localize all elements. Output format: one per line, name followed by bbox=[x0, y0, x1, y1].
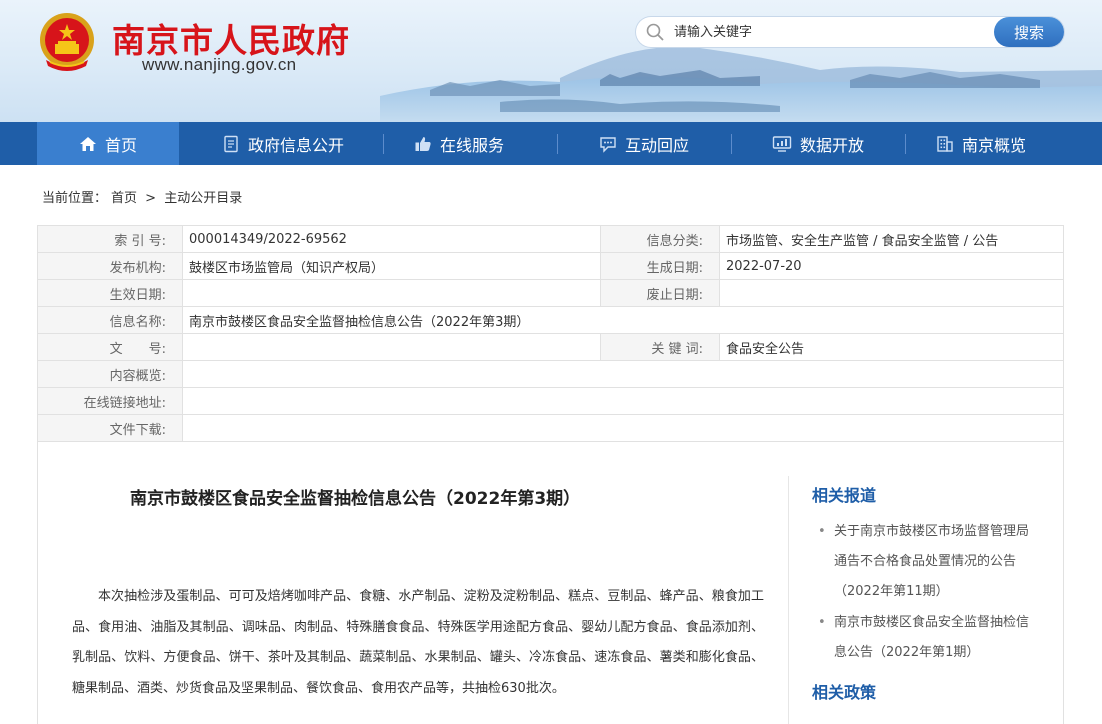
meta-value-category: 市场监管、安全生产监管 / 食品安全监管 / 公告 bbox=[719, 225, 1064, 253]
nav-item-gov-info[interactable]: 政府信息公开 bbox=[190, 122, 376, 165]
meta-value-doc-no bbox=[182, 333, 601, 361]
meta-row: 内容概览: bbox=[37, 360, 1064, 388]
nav-item-online-service[interactable]: 在线服务 bbox=[384, 122, 534, 165]
sidebar-divider bbox=[788, 476, 789, 724]
chart-icon bbox=[772, 135, 792, 152]
related-reports-title: 相关报道 bbox=[812, 486, 877, 505]
meta-value-keywords: 食品安全公告 bbox=[719, 333, 1064, 361]
meta-label: 在线链接地址: bbox=[37, 387, 183, 415]
meta-label: 信息分类: bbox=[600, 225, 720, 253]
meta-label: 内容概览: bbox=[37, 360, 183, 388]
related-report-link[interactable]: 关于南京市鼓楼区市场监督管理局通告不合格食品处置情况的公告（2022年第11期） bbox=[818, 517, 1038, 607]
meta-value-publisher: 鼓楼区市场监管局（知识产权局） bbox=[182, 252, 601, 280]
meta-label: 索 引 号: bbox=[37, 225, 183, 253]
home-icon bbox=[79, 136, 96, 151]
breadcrumb-separator: > bbox=[145, 191, 157, 206]
document-meta-table: 索 引 号: 000014349/2022-69562 信息分类: 市场监管、安… bbox=[37, 225, 1064, 442]
breadcrumb-current-link[interactable]: 主动公开目录 bbox=[164, 191, 242, 206]
meta-value-abolished bbox=[719, 279, 1064, 307]
nav-item-label: 首页 bbox=[104, 135, 137, 155]
related-report-link[interactable]: 南京市鼓楼区食品安全监督抽检信息公告（2022年第1期） bbox=[818, 608, 1038, 668]
search-icon bbox=[646, 23, 664, 41]
meta-label: 生成日期: bbox=[600, 252, 720, 280]
nav-item-open-data[interactable]: 数据开放 bbox=[732, 122, 904, 165]
meta-label: 信息名称: bbox=[37, 306, 183, 334]
site-url: www.nanjing.gov.cn bbox=[142, 55, 297, 74]
meta-row: 信息名称: 南京市鼓楼区食品安全监督抽检信息公告（2022年第3期） bbox=[37, 306, 1064, 334]
breadcrumb: 当前位置： 首页 > 主动公开目录 bbox=[42, 187, 246, 206]
meta-row: 发布机构: 鼓楼区市场监管局（知识产权局） 生成日期: 2022-07-20 bbox=[37, 252, 1064, 280]
related-reports-list: 关于南京市鼓楼区市场监督管理局通告不合格食品处置情况的公告（2022年第11期）… bbox=[818, 517, 1038, 668]
search-bar: 搜索 bbox=[636, 17, 1064, 47]
site-header: 南京市人民政府 www.nanjing.gov.cn 搜索 bbox=[0, 0, 1102, 122]
nav-item-label: 南京概览 bbox=[961, 135, 1026, 155]
building-icon bbox=[937, 135, 953, 152]
nav-item-nanjing-overview[interactable]: 南京概览 bbox=[906, 122, 1056, 165]
meta-row: 文 号: 关 键 词: 食品安全公告 bbox=[37, 333, 1064, 361]
meta-value-name: 南京市鼓楼区食品安全监督抽检信息公告（2022年第3期） bbox=[182, 306, 1064, 334]
meta-row: 文件下载: bbox=[37, 414, 1064, 442]
document-icon bbox=[224, 135, 238, 152]
nav-item-home[interactable]: 首页 bbox=[37, 122, 179, 165]
breadcrumb-prefix: 当前位置： bbox=[42, 191, 108, 206]
thumbs-up-icon bbox=[415, 136, 431, 151]
meta-label: 废止日期: bbox=[600, 279, 720, 307]
meta-label: 发布机构: bbox=[37, 252, 183, 280]
chat-icon bbox=[600, 136, 616, 153]
nav-item-interaction[interactable]: 互动回应 bbox=[558, 122, 730, 165]
meta-label: 文件下载: bbox=[37, 414, 183, 442]
meta-row: 生效日期: 废止日期: bbox=[37, 279, 1064, 307]
related-policies-title: 相关政策 bbox=[812, 683, 877, 702]
meta-value-effective bbox=[182, 279, 601, 307]
meta-value-created: 2022-07-20 bbox=[719, 252, 1064, 280]
meta-label: 文 号: bbox=[37, 333, 183, 361]
main-nav: 首页 政府信息公开 在线服务 互动回应 数据开放 南京概览 bbox=[0, 122, 1102, 165]
search-input[interactable] bbox=[674, 22, 984, 42]
article-body: 本次抽检涉及蛋制品、可可及焙烤咖啡产品、食糖、水产制品、淀粉及淀粉制品、糕点、豆… bbox=[72, 589, 764, 696]
search-button[interactable]: 搜索 bbox=[994, 17, 1064, 47]
meta-label: 关 键 词: bbox=[600, 333, 720, 361]
nav-item-label: 政府信息公开 bbox=[247, 135, 344, 155]
article-title: 南京市鼓楼区食品安全监督抽检信息公告（2022年第3期） bbox=[130, 489, 581, 509]
meta-label: 生效日期: bbox=[37, 279, 183, 307]
meta-value-download bbox=[182, 414, 1064, 442]
nav-item-label: 数据开放 bbox=[799, 135, 864, 155]
meta-value-summary bbox=[182, 360, 1064, 388]
national-emblem-icon bbox=[40, 13, 94, 71]
breadcrumb-home-link[interactable]: 首页 bbox=[111, 191, 137, 206]
nav-item-label: 互动回应 bbox=[624, 135, 689, 155]
nav-item-label: 在线服务 bbox=[439, 135, 504, 155]
meta-row: 在线链接地址: bbox=[37, 387, 1064, 415]
meta-value-link bbox=[182, 387, 1064, 415]
meta-value-index-no: 000014349/2022-69562 bbox=[182, 225, 601, 253]
meta-row: 索 引 号: 000014349/2022-69562 信息分类: 市场监管、安… bbox=[37, 225, 1064, 253]
